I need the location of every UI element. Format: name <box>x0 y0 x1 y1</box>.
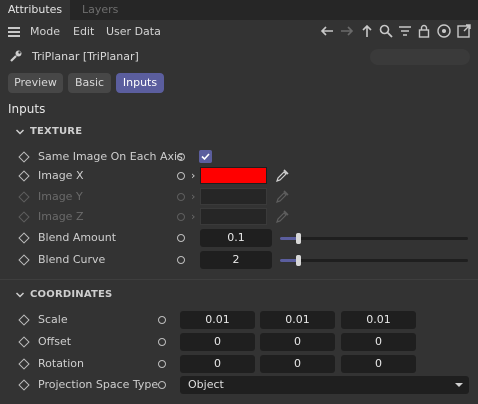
search-icon[interactable] <box>377 23 395 41</box>
chevron-down-icon[interactable] <box>15 290 25 300</box>
object-name: TriPlanar [TriPlanar] <box>32 50 139 63</box>
param-blend-amount: Blend Amount 0.1 <box>0 228 478 248</box>
param-label: Offset <box>38 335 72 348</box>
param-label: Image Z <box>38 210 84 223</box>
param-label: Same Image On Each Axis <box>38 150 183 163</box>
rotation-x-field[interactable]: 0 <box>180 355 255 373</box>
param-blend-curve: Blend Curve 2 <box>0 250 478 270</box>
chevron-down-icon[interactable] <box>15 127 25 137</box>
expand-arrow-icon[interactable]: › <box>191 166 195 186</box>
param-image-y: Image Y › <box>0 187 478 207</box>
group-divider <box>0 279 478 280</box>
projection-space-dropdown[interactable]: Object <box>180 376 469 394</box>
param-image-x: Image X › <box>0 166 478 186</box>
keyframe-diamond-icon[interactable] <box>18 232 30 244</box>
slider-knob[interactable] <box>295 255 301 266</box>
param-label: Projection Space Type <box>38 378 159 391</box>
menu-mode[interactable]: Mode <box>30 20 60 44</box>
param-label: Blend Curve <box>38 253 106 266</box>
param-projection-space: Projection Space Type Object <box>0 375 478 395</box>
lock-icon[interactable] <box>415 23 433 41</box>
param-scale: Scale 0.01 0.01 0.01 <box>0 310 478 330</box>
keyframe-diamond-icon[interactable] <box>18 170 30 182</box>
animate-circle-icon <box>177 213 185 221</box>
param-label: Image X <box>38 169 84 182</box>
eyedropper-icon[interactable] <box>275 168 290 183</box>
blend-curve-field[interactable]: 2 <box>200 251 272 269</box>
forward-arrow-icon[interactable] <box>338 23 356 41</box>
keyframe-diamond-icon[interactable] <box>18 336 30 348</box>
mode-button-basic[interactable]: Basic <box>68 73 111 93</box>
coordinates-group-header[interactable]: COORDINATES <box>0 284 478 306</box>
param-label: Image Y <box>38 190 83 203</box>
object-name-field[interactable] <box>370 49 470 65</box>
same-image-checkbox[interactable] <box>199 150 212 163</box>
image-z-color-swatch <box>200 208 267 225</box>
object-header: TriPlanar [TriPlanar] <box>0 46 478 68</box>
section-title: Inputs <box>8 102 46 116</box>
param-same-image: Same Image On Each Axis <box>0 147 478 167</box>
keyframe-diamond-icon[interactable] <box>18 379 30 391</box>
param-offset: Offset 0 0 0 <box>0 332 478 352</box>
wrench-icon <box>9 49 23 63</box>
blend-amount-slider[interactable] <box>280 233 468 244</box>
scale-z-field[interactable]: 0.01 <box>341 311 416 329</box>
eyedropper-icon <box>275 209 290 224</box>
param-label: Scale <box>38 313 68 326</box>
menu-user-data[interactable]: User Data <box>106 20 161 44</box>
menu-edit[interactable]: Edit <box>73 20 94 44</box>
animate-circle-icon[interactable] <box>177 256 185 264</box>
scale-y-field[interactable]: 0.01 <box>260 311 335 329</box>
target-icon[interactable] <box>435 23 453 41</box>
keyframe-diamond-icon[interactable] <box>18 358 30 370</box>
animate-circle-icon[interactable] <box>177 172 185 180</box>
texture-group-title: TEXTURE <box>30 126 83 137</box>
keyframe-diamond-icon <box>18 191 30 203</box>
animate-circle-icon[interactable] <box>158 360 166 368</box>
hamburger-menu-icon[interactable] <box>8 27 20 37</box>
blend-amount-field[interactable]: 0.1 <box>200 229 272 247</box>
keyframe-diamond-icon[interactable] <box>18 151 30 163</box>
animate-circle-icon <box>177 193 185 201</box>
blend-curve-slider[interactable] <box>280 255 468 266</box>
animate-circle-icon[interactable] <box>158 338 166 346</box>
param-rotation: Rotation 0 0 0 <box>0 354 478 374</box>
tab-attributes[interactable]: Attributes <box>0 0 70 20</box>
tab-strip: Attributes Layers <box>0 0 478 20</box>
scale-x-field[interactable]: 0.01 <box>180 311 255 329</box>
offset-y-field[interactable]: 0 <box>260 333 335 351</box>
caret-down-icon <box>455 383 463 387</box>
animate-circle-icon[interactable] <box>177 153 185 161</box>
rotation-z-field[interactable]: 0 <box>341 355 416 373</box>
up-arrow-icon[interactable] <box>358 23 376 41</box>
animate-circle-icon[interactable] <box>158 316 166 324</box>
param-label: Rotation <box>38 357 85 370</box>
keyframe-diamond-icon[interactable] <box>18 314 30 326</box>
animate-circle-icon[interactable] <box>177 234 185 242</box>
image-y-color-swatch <box>200 188 267 205</box>
texture-group-header[interactable]: TEXTURE <box>0 121 478 143</box>
new-window-icon[interactable] <box>455 23 473 41</box>
slider-knob[interactable] <box>295 233 301 244</box>
param-image-z: Image Z › <box>0 207 478 227</box>
eyedropper-icon <box>275 189 290 204</box>
expand-arrow-icon: › <box>191 210 196 223</box>
filter-icon[interactable] <box>396 23 414 41</box>
mode-button-inputs[interactable]: Inputs <box>116 73 164 93</box>
mode-button-preview[interactable]: Preview <box>8 73 63 93</box>
back-arrow-icon[interactable] <box>318 23 336 41</box>
image-x-color-swatch[interactable] <box>200 167 267 184</box>
dropdown-value: Object <box>188 378 224 391</box>
menu-bar: Mode Edit User Data <box>0 20 478 44</box>
animate-circle-icon[interactable] <box>158 381 166 389</box>
expand-arrow-icon: › <box>191 190 196 203</box>
offset-x-field[interactable]: 0 <box>180 333 255 351</box>
keyframe-diamond-icon[interactable] <box>18 254 30 266</box>
keyframe-diamond-icon <box>18 211 30 223</box>
coordinates-group-title: COORDINATES <box>30 289 113 300</box>
offset-z-field[interactable]: 0 <box>341 333 416 351</box>
param-label: Blend Amount <box>38 231 117 244</box>
rotation-y-field[interactable]: 0 <box>260 355 335 373</box>
tab-layers[interactable]: Layers <box>82 0 118 20</box>
